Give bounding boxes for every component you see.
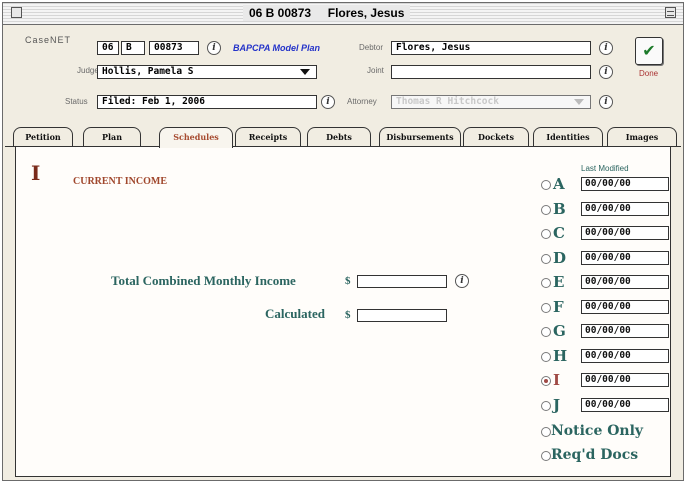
extra-radio-0[interactable] [541, 427, 551, 437]
chevron-down-icon [300, 69, 310, 75]
attorney-select[interactable]: Thomas R Hitchcock [391, 95, 591, 109]
schedule-date-a[interactable]: 00/00/00 [581, 177, 669, 191]
case-year-field[interactable]: 06 [97, 41, 119, 55]
schedule-date-e[interactable]: 00/00/00 [581, 275, 669, 289]
case-info-icon[interactable]: i [207, 41, 221, 55]
schedule-letter-a[interactable]: A [553, 176, 565, 192]
schedule-radio-f[interactable] [541, 302, 551, 313]
attorney-value: Thomas R Hitchcock [396, 96, 499, 107]
calculated-dollar-sign: $ [345, 309, 351, 321]
title-debtor-name: Flores, Jesus [327, 6, 405, 20]
case-chapter-field[interactable]: B [121, 41, 145, 55]
schedule-letter-d[interactable]: D [553, 250, 566, 266]
done-button[interactable]: ✔ [635, 37, 663, 65]
schedule-letter-e[interactable]: E [553, 274, 564, 290]
title-bar[interactable]: 06 B 00873 Flores, Jesus [3, 3, 683, 25]
last-modified-header: Last Modified [581, 164, 629, 173]
calculated-label: Calculated [265, 306, 325, 321]
schedule-date-i[interactable]: 00/00/00 [581, 373, 669, 387]
tab-plan[interactable]: Plan [83, 127, 141, 146]
total-income-field[interactable] [357, 275, 447, 288]
schedule-date-c[interactable]: 00/00/00 [581, 226, 669, 240]
title-case-number: 06 B 00873 [249, 6, 312, 20]
tab-images[interactable]: Images [607, 127, 677, 146]
case-number-field[interactable]: 00873 [149, 41, 199, 55]
collapse-box[interactable] [665, 7, 676, 18]
tab-bar: Petition Plan Schedules Receipts Debts D… [13, 127, 683, 148]
status-field[interactable]: Filed: Feb 1, 2006 [97, 95, 317, 109]
debtor-field[interactable]: Flores, Jesus [391, 41, 591, 55]
attorney-label: Attorney [347, 97, 377, 106]
schedule-date-g[interactable]: 00/00/00 [581, 324, 669, 338]
tab-petition[interactable]: Petition [13, 127, 73, 146]
tab-schedules[interactable]: Schedules [159, 127, 233, 148]
schedule-date-b[interactable]: 00/00/00 [581, 201, 669, 216]
schedule-radio-a[interactable] [541, 180, 551, 190]
schedule-letter: I [31, 161, 41, 185]
schedule-radio-c[interactable] [541, 229, 551, 239]
schedule-radio-d[interactable] [541, 253, 551, 264]
check-icon: ✔ [642, 41, 656, 60]
extra-option-label[interactable]: Req'd Docs [551, 447, 638, 463]
schedule-date-h[interactable]: 00/00/00 [581, 348, 669, 363]
plan-type-label: BAPCPA Model Plan [233, 43, 321, 53]
judge-label: Judge [77, 66, 99, 75]
schedule-radio-h[interactable] [541, 351, 551, 362]
schedule-radio-b[interactable] [541, 204, 551, 215]
schedule-letter-f[interactable]: F [553, 299, 564, 315]
schedule-date-f[interactable]: 00/00/00 [581, 299, 669, 314]
judge-value: Hollis, Pamela S [102, 66, 194, 77]
tab-dockets[interactable]: Dockets [463, 127, 529, 146]
attorney-info-icon[interactable]: i [599, 95, 613, 109]
status-info-icon[interactable]: i [321, 95, 335, 109]
close-box[interactable] [11, 7, 22, 18]
schedule-radio-j[interactable] [541, 400, 551, 411]
schedule-letter-i[interactable]: I [553, 372, 560, 388]
tab-receipts[interactable]: Receipts [235, 127, 301, 146]
extra-radio-1[interactable] [541, 451, 551, 461]
status-label: Status [65, 97, 88, 106]
debtor-label: Debtor [359, 43, 384, 52]
chevron-down-icon [574, 99, 584, 105]
tab-disbursements[interactable]: Disbursements [379, 127, 461, 146]
schedule-letter-j[interactable]: J [553, 397, 560, 413]
joint-info-icon[interactable]: i [599, 65, 613, 79]
total-dollar-sign: $ [345, 275, 351, 287]
schedule-letter-b[interactable]: B [553, 201, 566, 217]
calculated-field[interactable] [357, 309, 447, 322]
total-income-label: Total Combined Monthly Income [111, 273, 296, 288]
extra-option-label[interactable]: Notice Only [551, 423, 643, 439]
schedule-date-d[interactable]: 00/00/00 [581, 250, 669, 265]
tab-identities[interactable]: Identities [533, 127, 603, 146]
debtor-info-icon[interactable]: i [599, 41, 613, 55]
judge-select[interactable]: Hollis, Pamela S [97, 65, 317, 79]
case-header: CaseNET 06 B 00873 i BAPCPA Model Plan D… [3, 25, 683, 121]
schedule-letter-g[interactable]: G [553, 323, 566, 339]
case-window: 06 B 00873 Flores, Jesus CaseNET 06 B 00… [2, 2, 684, 481]
schedule-radio-e[interactable] [541, 278, 551, 288]
done-label: Done [639, 69, 659, 78]
section-title: CURRENT INCOME [73, 176, 167, 187]
total-info-icon[interactable]: i [455, 274, 469, 288]
tab-debts[interactable]: Debts [307, 127, 371, 146]
joint-field[interactable] [391, 65, 591, 79]
casenet-logo: CaseNET [25, 35, 72, 45]
joint-label: Joint [367, 66, 384, 75]
schedule-letter-c[interactable]: C [553, 225, 565, 241]
window-title: 06 B 00873 Flores, Jesus [243, 5, 411, 21]
schedule-letter-h[interactable]: H [553, 348, 567, 364]
schedule-radio-i[interactable] [541, 376, 551, 386]
schedule-radio-g[interactable] [541, 327, 551, 337]
schedule-date-j[interactable]: 00/00/00 [581, 397, 669, 412]
